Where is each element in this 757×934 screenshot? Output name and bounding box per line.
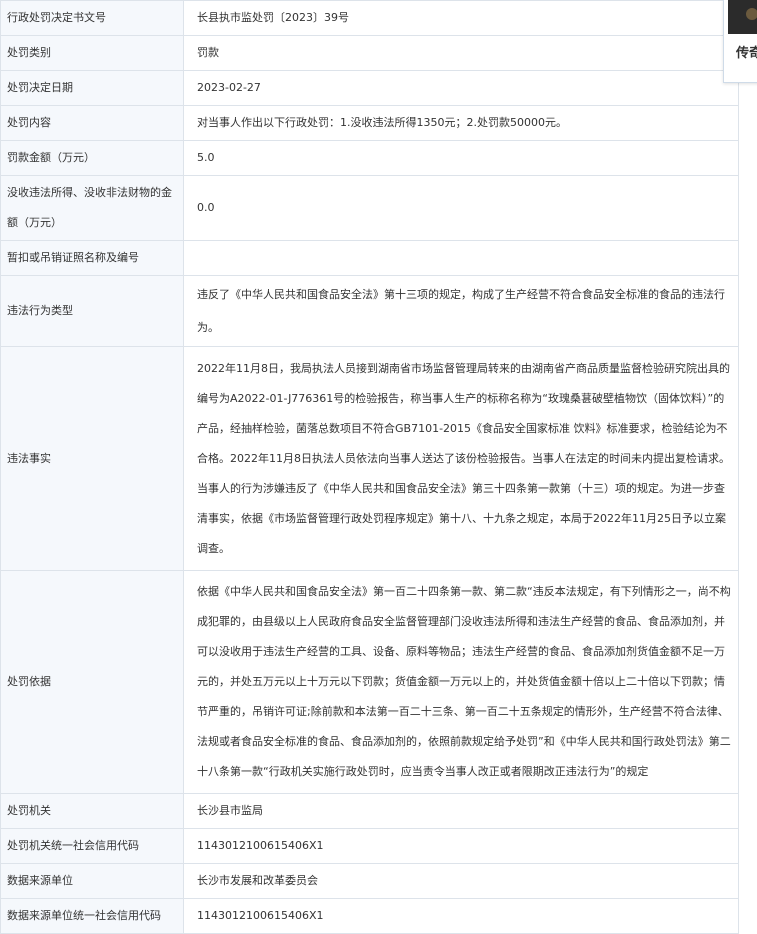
penalty-info-table: 行政处罚决定书文号 长县执市监处罚〔2023〕39号 处罚类别 罚款 处罚决定日… (0, 0, 739, 934)
side-card-thumbnail[interactable] (728, 0, 757, 34)
table-row: 违法行为类型 违反了《中华人民共和国食品安全法》第十三项的规定，构成了生产经营不… (0, 275, 739, 347)
row-label: 数据来源单位 (0, 863, 184, 899)
row-value: 违反了《中华人民共和国食品安全法》第十三项的规定，构成了生产经营不符合食品安全标… (183, 275, 739, 347)
row-label: 行政处罚决定书文号 (0, 0, 184, 36)
row-value: 长沙市发展和改革委员会 (183, 863, 739, 899)
row-label: 违法事实 (0, 346, 184, 571)
table-row: 数据来源单位统一社会信用代码 1143012100615406X1 (0, 898, 739, 934)
row-value: 长县执市监处罚〔2023〕39号 (183, 0, 739, 36)
row-label: 罚款金额（万元） (0, 140, 184, 176)
row-label: 违法行为类型 (0, 275, 184, 347)
row-value (183, 240, 739, 276)
row-value: 罚款 (183, 35, 739, 71)
row-value: 1143012100615406X1 (183, 828, 739, 864)
row-value: 2022年11月8日，我局执法人员接到湖南省市场监督管理局转来的由湖南省产商品质… (183, 346, 739, 571)
table-row: 违法事实 2022年11月8日，我局执法人员接到湖南省市场监督管理局转来的由湖南… (0, 346, 739, 571)
row-label: 处罚机关 (0, 793, 184, 829)
table-row: 处罚机关统一社会信用代码 1143012100615406X1 (0, 828, 739, 864)
row-value: 2023-02-27 (183, 70, 739, 106)
table-row: 处罚决定日期 2023-02-27 (0, 70, 739, 106)
row-label: 没收违法所得、没收非法财物的金额（万元） (0, 175, 184, 241)
table-row: 处罚依据 依据《中华人民共和国食品安全法》第一百二十四条第一款、第二款“违反本法… (0, 570, 739, 794)
row-value: 1143012100615406X1 (183, 898, 739, 934)
table-row: 数据来源单位 长沙市发展和改革委员会 (0, 863, 739, 899)
row-label: 数据来源单位统一社会信用代码 (0, 898, 184, 934)
table-row: 罚款金额（万元） 5.0 (0, 140, 739, 176)
row-label: 处罚依据 (0, 570, 184, 794)
table-row: 没收违法所得、没收非法财物的金额（万元） 0.0 (0, 175, 739, 241)
row-value: 依据《中华人民共和国食品安全法》第一百二十四条第一款、第二款“违反本法规定，有下… (183, 570, 739, 794)
row-value: 长沙县市监局 (183, 793, 739, 829)
table-row: 行政处罚决定书文号 长县执市监处罚〔2023〕39号 (0, 0, 739, 36)
row-value: 5.0 (183, 140, 739, 176)
row-label: 处罚机关统一社会信用代码 (0, 828, 184, 864)
row-label: 暂扣或吊销证照名称及编号 (0, 240, 184, 276)
row-value: 对当事人作出以下行政处罚：1.没收违法所得1350元；2.处罚款50000元。 (183, 105, 739, 141)
table-row: 暂扣或吊销证照名称及编号 (0, 240, 739, 276)
row-label: 处罚决定日期 (0, 70, 184, 106)
table-row: 处罚机关 长沙县市监局 (0, 793, 739, 829)
table-row: 处罚类别 罚款 (0, 35, 739, 71)
row-label: 处罚类别 (0, 35, 184, 71)
floating-side-card[interactable]: 传奇 (723, 0, 757, 83)
row-label: 处罚内容 (0, 105, 184, 141)
row-value: 0.0 (183, 175, 739, 241)
side-card-label[interactable]: 传奇 (736, 42, 757, 61)
table-row: 处罚内容 对当事人作出以下行政处罚：1.没收违法所得1350元；2.处罚款500… (0, 105, 739, 141)
